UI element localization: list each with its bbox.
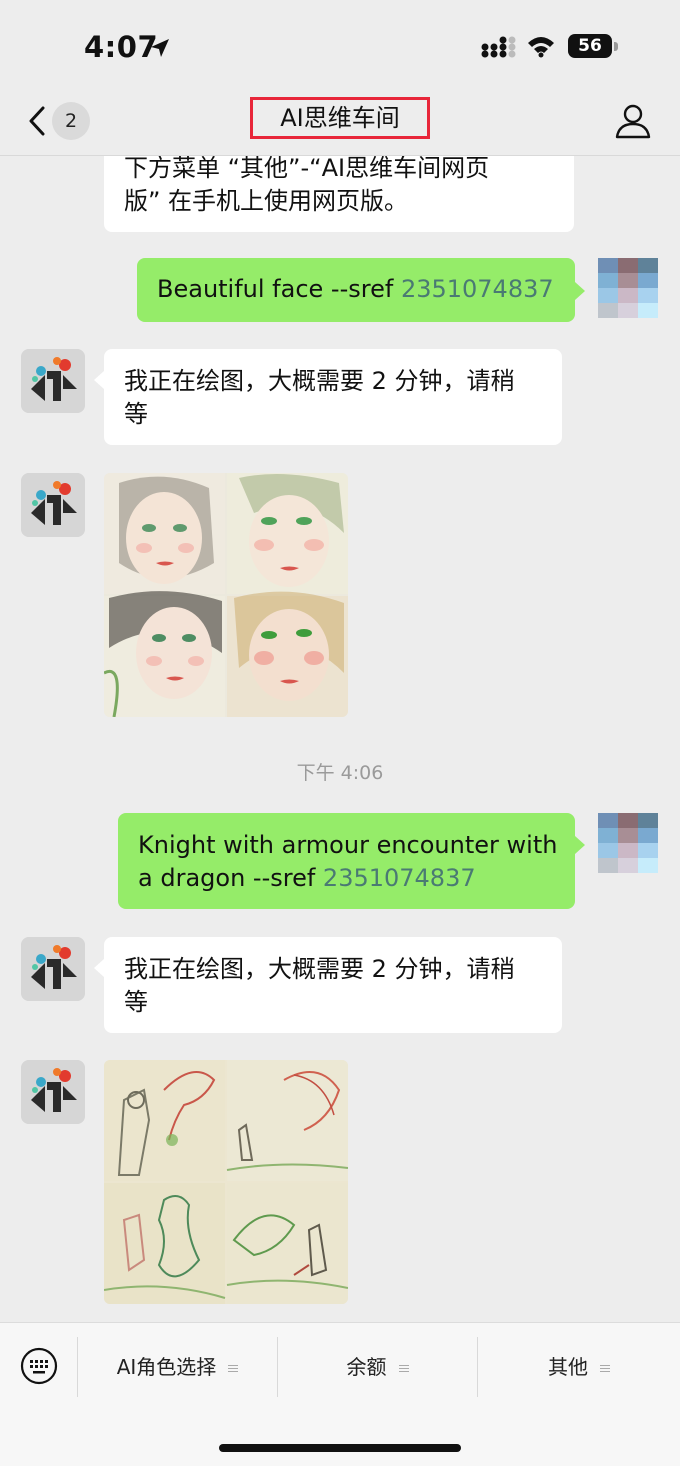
bot-avatar[interactable]: [21, 473, 85, 537]
location-arrow-icon: [151, 39, 169, 57]
submenu-lines-icon: [600, 1363, 610, 1374]
message-bubble-outgoing[interactable]: Knight with armour encounter with a drag…: [118, 813, 575, 909]
user-avatar[interactable]: [598, 813, 658, 873]
menu-item-ai-role[interactable]: AI角色选择: [78, 1349, 277, 1385]
menu-item-other[interactable]: 其他: [478, 1349, 680, 1385]
message-text-line: 我正在绘图，大概需要 2 分钟，请稍: [124, 955, 515, 983]
bot-avatar[interactable]: [21, 1060, 85, 1124]
battery-icon: 56: [568, 34, 620, 60]
chat-profile-icon[interactable]: [614, 103, 652, 139]
message-text-line: Knight with armour encounter with: [138, 831, 558, 859]
user-avatar[interactable]: [598, 258, 658, 318]
menu-item-label: 余额: [346, 1355, 387, 1379]
message-text-line: 等: [124, 988, 148, 1016]
message-bubble-incoming[interactable]: 下方菜单 “其他”-“AI思维车间网页 版” 在手机上使用网页版。: [104, 156, 574, 232]
message-text-line: 下方菜单 “其他”-“AI思维车间网页: [124, 156, 490, 182]
bot-logo-icon: [21, 473, 85, 537]
message-bubble-incoming[interactable]: 我正在绘图，大概需要 2 分钟，请稍 等: [104, 937, 562, 1033]
wifi-icon: [528, 37, 554, 58]
message-text-line: 版” 在手机上使用网页版。: [124, 187, 409, 215]
home-indicator[interactable]: [219, 1444, 461, 1452]
bot-logo-icon: [21, 1060, 85, 1124]
menu-item-label: AI角色选择: [116, 1355, 217, 1379]
sref-code[interactable]: 2351074837: [401, 275, 554, 303]
knight-dragon-image: [104, 1060, 348, 1304]
bot-logo-icon: [21, 937, 85, 1001]
menu-item-balance[interactable]: 余额: [278, 1349, 477, 1385]
menu-item-label: 其他: [548, 1355, 588, 1379]
chat-title: AI思维车间: [250, 97, 430, 139]
sref-code[interactable]: 2351074837: [323, 864, 476, 892]
message-timestamp: 下午 4:06: [296, 762, 384, 784]
keyboard-toggle-icon[interactable]: [20, 1347, 58, 1385]
submenu-lines-icon: [228, 1363, 239, 1374]
bot-avatar[interactable]: [21, 349, 85, 413]
generated-image-knight-dragon[interactable]: [104, 1060, 348, 1304]
cellular-signal-icon: [481, 36, 516, 58]
message-text: Beautiful face --sref: [157, 275, 401, 303]
submenu-lines-icon: [398, 1363, 409, 1374]
chat-header: 2 AI思维车间: [0, 95, 680, 156]
bot-logo-icon: [21, 349, 85, 413]
generated-image-faces[interactable]: [104, 473, 348, 717]
message-list[interactable]: 下方菜单 “其他”-“AI思维车间网页 版” 在手机上使用网页版。 Beauti…: [0, 156, 680, 1322]
bot-avatar[interactable]: [21, 937, 85, 1001]
status-bar: 4:07 56: [0, 0, 680, 95]
message-text-line: a dragon --sref: [138, 864, 323, 892]
message-text-line: 等: [124, 400, 148, 428]
battery-level: 56: [568, 34, 612, 58]
message-text-line: 我正在绘图，大概需要 2 分钟，请稍: [124, 367, 515, 395]
unread-count-badge[interactable]: 2: [52, 102, 90, 140]
message-bubble-outgoing[interactable]: Beautiful face --sref 2351074837: [137, 258, 575, 322]
official-account-menu: AI角色选择 余额 其他: [0, 1322, 680, 1466]
message-bubble-incoming[interactable]: 我正在绘图，大概需要 2 分钟，请稍 等: [104, 349, 562, 445]
face-portraits-image: [104, 473, 348, 717]
back-chevron-icon[interactable]: [26, 105, 48, 137]
